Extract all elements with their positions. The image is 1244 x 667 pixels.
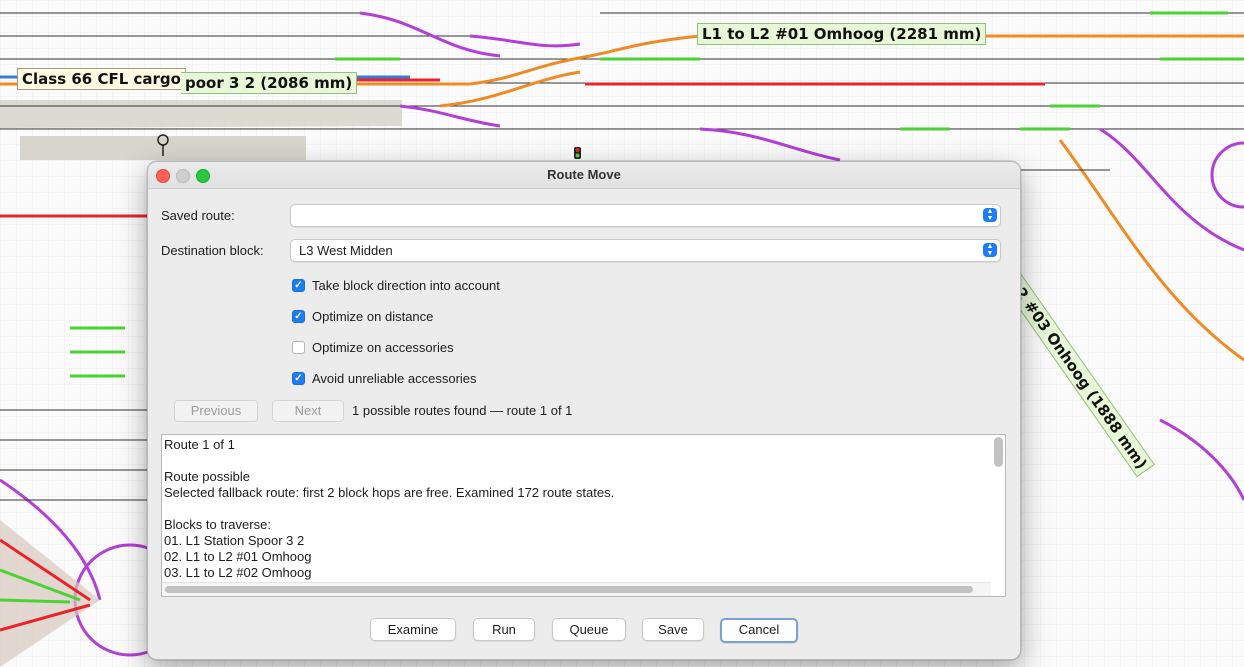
routes-status-text: 1 possible routes found — route 1 of 1 <box>352 403 573 418</box>
block-label-01[interactable]: L1 to L2 #01 Omhoog (2281 mm) <box>697 23 987 45</box>
option-label: Take block direction into account <box>312 277 500 293</box>
next-button[interactable]: Next <box>272 400 344 422</box>
destination-block-value: L3 West Midden <box>299 243 393 258</box>
option-optimize-accessories[interactable]: Optimize on accessories <box>292 339 454 355</box>
dialog-title: Route Move <box>547 167 621 182</box>
updown-chevron-icon: ▲ ▼ <box>983 243 997 257</box>
vertical-scrollbar[interactable] <box>994 437 1003 467</box>
cancel-button[interactable]: Cancel <box>720 618 798 643</box>
option-block-direction[interactable]: ✓ Take block direction into account <box>292 277 500 293</box>
destination-block-label: Destination block: <box>161 243 264 258</box>
train-label[interactable]: Class 66 CFL cargo <box>17 68 186 90</box>
run-button[interactable]: Run <box>473 618 535 641</box>
dialog-titlebar[interactable]: Route Move <box>148 162 1020 189</box>
checkbox-checked-icon[interactable]: ✓ <box>292 371 305 385</box>
option-label: Optimize on distance <box>312 308 434 324</box>
option-label: Avoid unreliable accessories <box>312 370 477 386</box>
examine-button[interactable]: Examine <box>370 618 456 641</box>
saved-route-select[interactable]: ▲ ▼ <box>290 204 1001 227</box>
previous-button[interactable]: Previous <box>174 400 258 422</box>
saved-route-label: Saved route: <box>161 208 235 223</box>
save-button[interactable]: Save <box>642 618 704 641</box>
checkbox-checked-icon[interactable]: ✓ <box>292 309 305 323</box>
destination-block-select[interactable]: L3 West Midden ▲ ▼ <box>290 239 1001 262</box>
horizontal-scrollbar-thumb[interactable] <box>165 586 973 593</box>
queue-button[interactable]: Queue <box>552 618 626 641</box>
route-log-textarea[interactable]: Route 1 of 1 Route possible Selected fal… <box>161 434 1006 597</box>
updown-chevron-icon: ▲ ▼ <box>983 208 997 222</box>
route-move-dialog: Route Move Saved route: ▲ ▼ Destination b… <box>147 161 1021 660</box>
checkbox-unchecked-icon[interactable] <box>292 340 305 354</box>
option-optimize-distance[interactable]: ✓ Optimize on distance <box>292 308 433 324</box>
block-label-station[interactable]: poor 3 2 (2086 mm) <box>181 72 358 94</box>
checkbox-checked-icon[interactable]: ✓ <box>292 278 305 292</box>
option-avoid-unreliable[interactable]: ✓ Avoid unreliable accessories <box>292 370 477 386</box>
route-log-text: Route 1 of 1 Route possible Selected fal… <box>164 437 615 580</box>
option-label: Optimize on accessories <box>312 339 454 355</box>
horizontal-scrollbar-track[interactable] <box>162 582 991 596</box>
